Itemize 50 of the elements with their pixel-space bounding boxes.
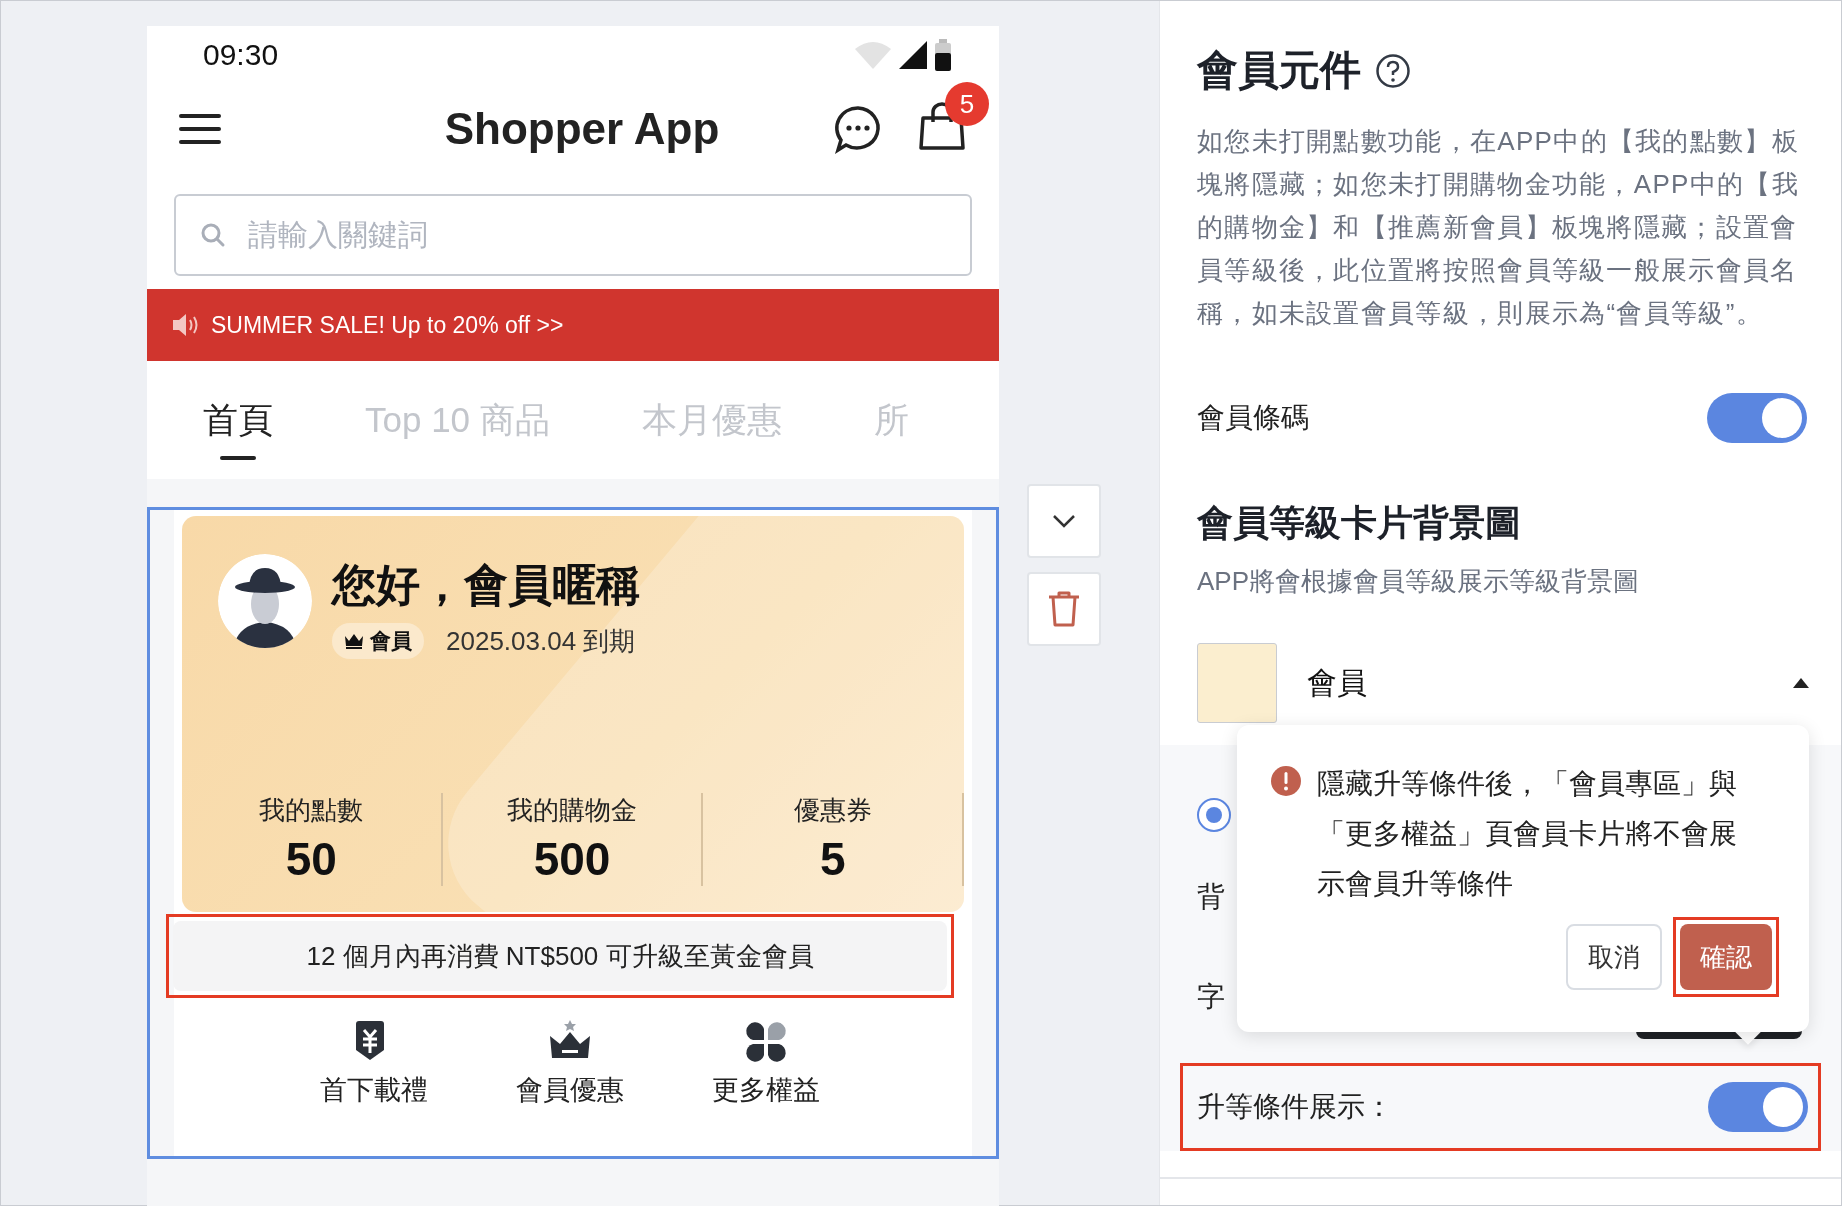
radio-button[interactable] (1197, 798, 1231, 833)
warning-icon (1271, 766, 1301, 796)
caret-up-icon[interactable] (1793, 678, 1809, 688)
level-name: 會員 (1307, 664, 1368, 701)
stat-value: 50 (284, 832, 338, 886)
setting-label: 背 (1197, 880, 1225, 915)
section-heading: 會員等級卡片背景圖 (1197, 501, 1522, 545)
search-field[interactable]: 請輸入關鍵詞 (174, 194, 972, 276)
avatar-silhouette-icon (218, 554, 312, 648)
stat-value: 500 (532, 832, 612, 886)
clover-icon[interactable] (744, 1020, 788, 1064)
menu-icon[interactable] (179, 113, 221, 145)
panel-title: 會員元件 (1197, 46, 1361, 95)
setting-label: 會員條碼 (1197, 401, 1309, 435)
popover-message: 隱藏升等條件後，「會員專區」與「更多權益」頁會員卡片將不會展示會員升等條件 (1317, 767, 1738, 901)
greeting-text: 您好，會員暱稱 (332, 559, 640, 611)
cancel-button[interactable]: 取消 (1566, 924, 1662, 990)
chat-icon[interactable] (833, 104, 883, 154)
expiry-date: 2025.03.04 到期 (446, 624, 636, 658)
toggle-switch[interactable] (1708, 1082, 1808, 1133)
help-icon[interactable] (1375, 52, 1411, 89)
stat-label: 優惠券 (792, 794, 873, 827)
trash-icon (1048, 591, 1080, 627)
tab[interactable]: 首頁 (203, 388, 273, 462)
banner-text: SUMMER SALE! Up to 20% off >> (211, 311, 564, 339)
shortcut-label[interactable]: 首下載禮 (320, 1072, 428, 1108)
stat-value: 5 (818, 832, 847, 886)
battery-icon (935, 39, 951, 71)
chevron-down-icon (1052, 514, 1076, 528)
cart-count-badge: 5 (945, 82, 989, 126)
delete-button[interactable] (1027, 572, 1101, 646)
shortcut-label[interactable]: 會員優惠 (516, 1072, 624, 1108)
wifi-icon (855, 41, 891, 69)
signal-icon (899, 41, 927, 69)
section-subtitle: APP將會根據會員等級展示等級背景圖 (1197, 565, 1641, 598)
upgrade-notice: 12 個月內再消費 NT$500 可升級至黃金會員 (173, 921, 947, 991)
app-title: Shopper App (443, 104, 721, 154)
sale-banner[interactable]: SUMMER SALE! Up to 20% off >> (147, 289, 999, 361)
level-name: 會員 (370, 628, 412, 654)
stat-label: 我的點數 (258, 794, 365, 827)
setting-label: 字 (1197, 980, 1225, 1015)
setting-label: 升等條件展示： (1197, 1090, 1393, 1125)
color-swatch[interactable] (1197, 643, 1277, 723)
toggle-switch[interactable] (1707, 393, 1807, 443)
confirm-button[interactable]: 確認 (1680, 924, 1772, 990)
stat-label: 我的購物金 (506, 794, 638, 827)
description-text: 如您未打開點數功能，在APP中的【我的點數】板塊將隱藏；如您未打開購物金功能，APP中的【我的購物金】和【推薦新會員】板塊將隱藏；設置會員等級後，此位置將按照會員等級一般展示會員名稱，如未設置會員等級，則展示為“會員等級”。 (1197, 125, 1800, 330)
shortcut-label[interactable]: 更多權益 (712, 1072, 820, 1108)
crown-icon (344, 633, 364, 649)
status-time: 09:30 (203, 38, 279, 72)
